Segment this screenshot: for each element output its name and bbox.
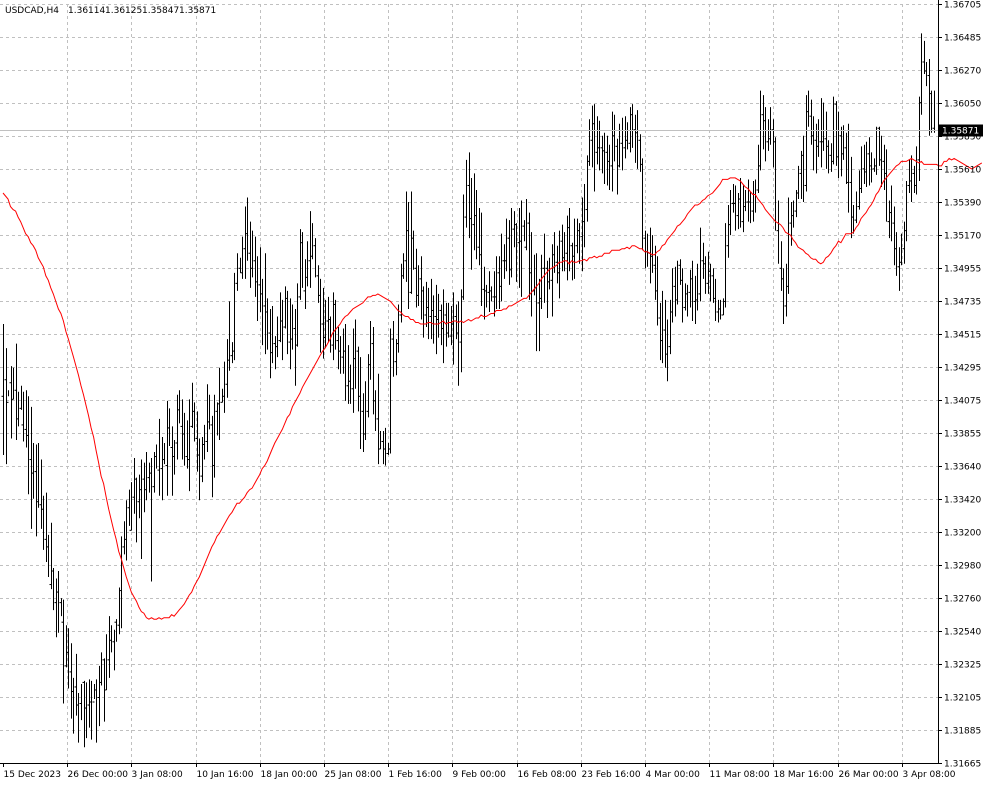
y-tick-label: 1.35170	[944, 232, 981, 242]
x-tick-label: 18 Jan 00:00	[261, 770, 318, 780]
x-tick-label: 25 Jan 08:00	[325, 770, 382, 780]
x-tick-label: 1 Feb 16:00	[389, 770, 443, 780]
y-tick-label: 1.32980	[944, 562, 981, 572]
high-value: 1.36125	[105, 6, 142, 16]
y-tick-label: 1.32105	[944, 694, 981, 704]
price-tag-text: 1.35871	[942, 127, 979, 137]
y-tick-label: 1.36050	[944, 100, 981, 110]
y-tick-label: 1.33420	[944, 496, 981, 506]
x-tick-label: 26 Mar 00:00	[839, 770, 899, 780]
chart-area[interactable]: 1.36705 1.36485 1.36270 1.36050 1.35830 1.356…	[0, 0, 985, 787]
y-tick-label: 1.33640	[944, 463, 981, 473]
y-tick-label: 1.34075	[944, 397, 981, 407]
x-tick-label: 18 Mar 16:00	[774, 770, 834, 780]
y-tick-label: 1.32540	[944, 628, 981, 638]
ohlc-bars	[1, 33, 935, 748]
chart-header: USDCAD,H4 1.36114 1.36125 1.35847 1.3587…	[5, 6, 216, 16]
y-tick-label: 1.35390	[944, 199, 981, 209]
y-tick-label: 1.34295	[944, 364, 981, 374]
y-tick-label: 1.33200	[944, 529, 981, 539]
x-tick-label: 16 Feb 08:00	[518, 770, 577, 780]
price-chart[interactable]: 1.367051.364851.362701.360501.358301.356…	[0, 0, 985, 787]
y-tick-label: 1.36705	[944, 1, 981, 11]
current-price-tag: 1.35871	[0, 124, 983, 137]
time-axis: 15 Dec 2023 26 Dec 00:00 3 Jan 08:00 10 Jan…	[3, 763, 956, 780]
y-tick-label: 1.35610	[944, 166, 981, 176]
y-tick-label: 1.31885	[944, 727, 981, 737]
y-tick-label: 1.32760	[944, 595, 981, 605]
y-tick-label: 1.34955	[944, 265, 981, 275]
x-tick-label: 26 Dec 00:00	[68, 770, 129, 780]
open-value: 1.36114	[68, 6, 105, 16]
x-tick-label: 23 Feb 16:00	[582, 770, 641, 780]
x-tick-label: 10 Jan 16:00	[197, 770, 254, 780]
low-value: 1.35847	[142, 6, 179, 16]
x-tick-label: 11 Mar 08:00	[710, 770, 770, 780]
y-tick-label: 1.36270	[944, 67, 981, 77]
y-tick-label: 1.32325	[944, 661, 981, 671]
symbol-label: USDCAD,H4	[5, 6, 59, 16]
y-tick-label: 1.34515	[944, 331, 981, 341]
y-tick-label: 1.31665	[944, 760, 981, 770]
y-tick-label: 1.34735	[944, 298, 981, 308]
price-axis: 1.367051.364851.362701.360501.358301.356…	[938, 1, 981, 770]
x-tick-label: 3 Apr 08:00	[903, 770, 956, 780]
chart-frame	[0, 0, 939, 764]
x-tick-label: 4 Mar 00:00	[646, 770, 701, 780]
y-tick-label: 1.36485	[944, 34, 981, 44]
grid	[0, 4, 938, 764]
x-tick-label: 3 Jan 08:00	[132, 770, 184, 780]
moving-average	[2, 157, 983, 620]
moving-average-line	[2, 157, 983, 620]
x-tick-label: 15 Dec 2023	[4, 770, 62, 780]
y-tick-label: 1.33855	[944, 430, 981, 440]
x-tick-label: 9 Feb 00:00	[453, 770, 507, 780]
close-value: 1.35871	[179, 6, 216, 16]
